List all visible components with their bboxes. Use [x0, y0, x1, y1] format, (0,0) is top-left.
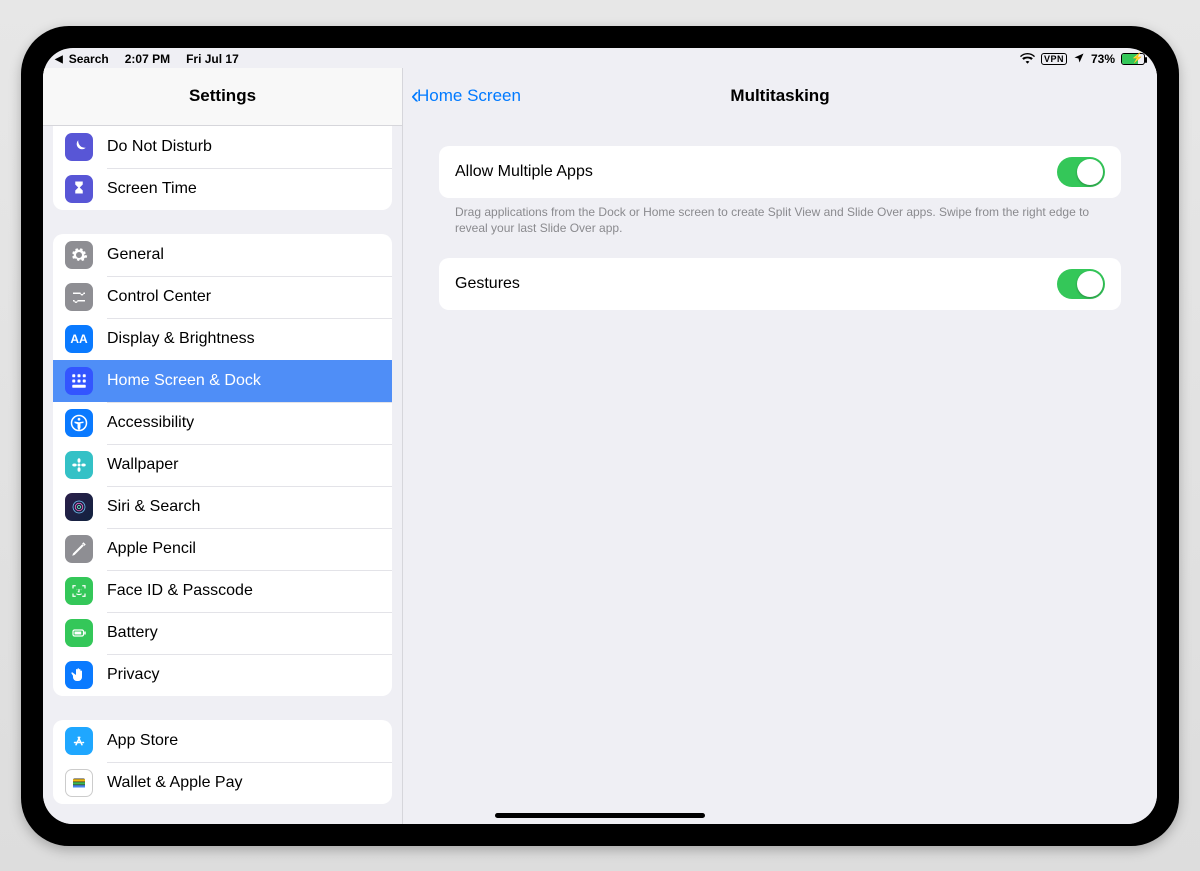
sidebar-item-siri[interactable]: Siri & Search	[53, 486, 392, 528]
sidebar-item-label: General	[107, 246, 164, 264]
sidebar-item-label: Siri & Search	[107, 498, 200, 516]
sliders-icon	[65, 283, 93, 311]
toggle-gestures[interactable]	[1057, 269, 1105, 299]
sidebar-item-faceid[interactable]: Face ID & Passcode	[53, 570, 392, 612]
sidebar-title: Settings	[43, 68, 402, 126]
sidebar-item-label: Apple Pencil	[107, 540, 196, 558]
row-description: Drag applications from the Dock or Home …	[439, 198, 1121, 236]
sidebar-item-wallpaper[interactable]: Wallpaper	[53, 444, 392, 486]
gear-icon	[65, 241, 93, 269]
setting-group-gestures: Gestures	[439, 258, 1121, 310]
sidebar-item-label: Screen Time	[107, 180, 197, 198]
setting-group-multitasking: Allow Multiple Apps	[439, 146, 1121, 198]
sidebar-item-label: App Store	[107, 732, 178, 750]
sidebar-item-screen-time[interactable]: Screen Time	[53, 168, 392, 210]
screen: ◀ Search 2:07 PM Fri Jul 17 VPN 73%	[43, 48, 1157, 824]
sidebar-item-label: Privacy	[107, 666, 159, 684]
sidebar-item-control-center[interactable]: Control Center	[53, 276, 392, 318]
sidebar-item-label: Display & Brightness	[107, 330, 255, 348]
moon-icon	[65, 133, 93, 161]
sidebar-item-battery[interactable]: Battery	[53, 612, 392, 654]
wifi-icon	[1020, 52, 1035, 67]
sidebar-item-label: Wallet & Apple Pay	[107, 774, 242, 792]
sidebar-item-privacy[interactable]: Privacy	[53, 654, 392, 696]
row-allow-multiple-apps: Allow Multiple Apps	[439, 146, 1121, 198]
charging-bolt-icon: ⚡	[1131, 53, 1143, 64]
status-bar: ◀ Search 2:07 PM Fri Jul 17 VPN 73%	[43, 48, 1157, 68]
row-label: Gestures	[455, 275, 520, 293]
toggle-allow-multiple-apps[interactable]	[1057, 157, 1105, 187]
sidebar-item-label: Wallpaper	[107, 456, 178, 474]
sidebar-item-wallet[interactable]: Wallet & Apple Pay	[53, 762, 392, 804]
face-icon	[65, 577, 93, 605]
vpn-badge: VPN	[1041, 53, 1067, 65]
sidebar-item-general[interactable]: General	[53, 234, 392, 276]
sidebar-item-label: Do Not Disturb	[107, 138, 212, 156]
row-label: Allow Multiple Apps	[455, 163, 593, 181]
sidebar-item-label: Face ID & Passcode	[107, 582, 253, 600]
sidebar-group-store: App Store Wallet & Apple Pay	[53, 720, 392, 804]
battery-icon: ⚡	[1121, 53, 1145, 65]
status-date: Fri Jul 17	[186, 52, 239, 66]
sidebar-item-display[interactable]: AA Display & Brightness	[53, 318, 392, 360]
hand-icon	[65, 661, 93, 689]
sidebar-item-label: Control Center	[107, 288, 211, 306]
appstore-icon	[65, 727, 93, 755]
detail-header: ‹ Home Screen Multitasking	[403, 68, 1157, 126]
wallet-icon	[65, 769, 93, 797]
battery-pct: 73%	[1091, 52, 1115, 66]
accessibility-icon	[65, 409, 93, 437]
sidebar-item-home-dock[interactable]: Home Screen & Dock	[53, 360, 392, 402]
sidebar-item-label: Home Screen & Dock	[107, 372, 261, 390]
battery-menu-icon	[65, 619, 93, 647]
detail-pane: ‹ Home Screen Multitasking Allow Multipl…	[403, 68, 1157, 824]
back-button[interactable]: ‹ Home Screen	[411, 86, 521, 106]
settings-sidebar: Settings Do Not Disturb	[43, 68, 403, 824]
sidebar-item-appstore[interactable]: App Store	[53, 720, 392, 762]
sidebar-group-focus: Do Not Disturb Screen Time	[53, 126, 392, 210]
pencil-icon	[65, 535, 93, 563]
location-icon	[1073, 52, 1085, 67]
flower-icon	[65, 451, 93, 479]
device-frame: ◀ Search 2:07 PM Fri Jul 17 VPN 73%	[21, 26, 1179, 846]
row-gestures: Gestures	[439, 258, 1121, 310]
siri-icon	[65, 493, 93, 521]
status-time: 2:07 PM	[125, 52, 170, 66]
hourglass-icon	[65, 175, 93, 203]
text-size-icon: AA	[65, 325, 93, 353]
home-indicator[interactable]	[495, 813, 705, 818]
sidebar-group-main: General Control Center AA Display & Brig…	[53, 234, 392, 696]
grid-icon	[65, 367, 93, 395]
back-label: Home Screen	[417, 86, 521, 106]
device-bezel: ◀ Search 2:07 PM Fri Jul 17 VPN 73%	[0, 0, 1200, 871]
sidebar-item-accessibility[interactable]: Accessibility	[53, 402, 392, 444]
back-caret-icon[interactable]: ◀	[55, 54, 63, 65]
sidebar-item-label: Accessibility	[107, 414, 194, 432]
sidebar-item-pencil[interactable]: Apple Pencil	[53, 528, 392, 570]
sidebar-item-dnd[interactable]: Do Not Disturb	[53, 126, 392, 168]
page-title: Multitasking	[730, 86, 829, 106]
sidebar-item-label: Battery	[107, 624, 158, 642]
back-app-label[interactable]: Search	[69, 52, 109, 66]
